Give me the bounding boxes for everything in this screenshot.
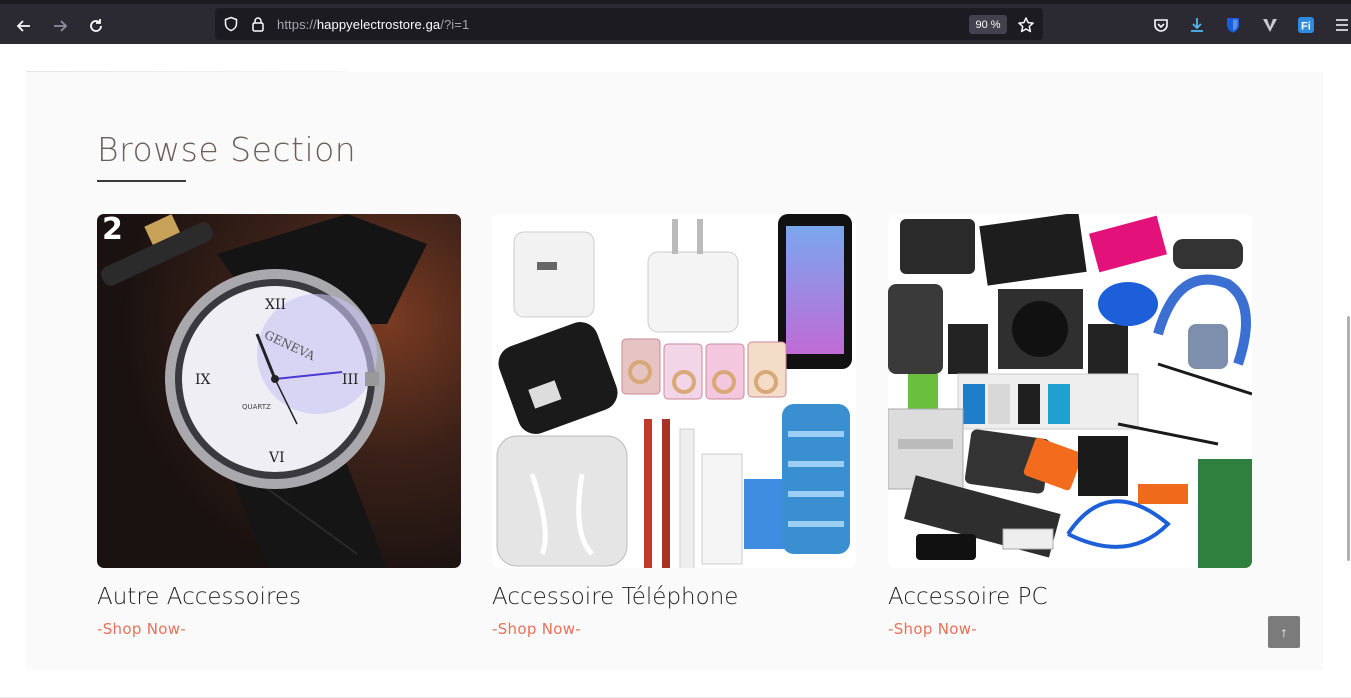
title-underline <box>97 180 186 182</box>
svg-text:Fi: Fi <box>1301 21 1311 33</box>
forward-button[interactable] <box>46 12 74 40</box>
browser-toolbar: https://happyelectrostore.ga/?i=1 90 % F… <box>0 0 1351 44</box>
back-to-top-button[interactable]: ↑ <box>1268 616 1300 648</box>
pocket-icon[interactable] <box>1152 17 1170 35</box>
shop-now-link-accessoire-telephone[interactable]: -Shop Now- <box>492 620 581 638</box>
extension-fi-icon[interactable]: Fi <box>1297 16 1315 34</box>
page-viewport: Browse Section XII III VI IX GENEVA QUAR… <box>0 44 1351 698</box>
reload-icon <box>90 19 102 32</box>
arrow-up-icon: ↑ <box>1280 624 1288 640</box>
svg-text:IX: IX <box>195 372 211 388</box>
arrow-right-icon <box>54 20 68 32</box>
svg-text:XII: XII <box>265 297 286 313</box>
download-icon[interactable] <box>1188 16 1206 34</box>
reload-button[interactable] <box>82 12 110 40</box>
arrow-left-icon <box>16 20 30 32</box>
image-badge-number: 2 <box>102 214 123 247</box>
bitwarden-shield-icon[interactable] <box>1224 16 1242 34</box>
url-path: /?i=1 <box>440 17 470 32</box>
url-host: happyelectrostore.ga <box>316 17 441 32</box>
shop-now-link-autre-accessoires[interactable]: -Shop Now- <box>97 620 186 638</box>
menu-icon[interactable] <box>1333 16 1351 34</box>
watch-image: XII III VI IX GENEVA QUARTZ <box>101 214 427 568</box>
category-image-autre-accessoires[interactable]: XII III VI IX GENEVA QUARTZ 2 <box>97 214 461 568</box>
svg-text:VI: VI <box>268 450 285 466</box>
pc-accessories-image <box>888 214 1252 568</box>
back-button[interactable] <box>10 12 38 40</box>
card-title-autre-accessoires[interactable]: Autre Accessoires <box>97 584 301 610</box>
shield-icon[interactable] <box>223 16 239 32</box>
shop-now-link-accessoire-pc[interactable]: -Shop Now- <box>888 620 977 638</box>
category-image-accessoire-pc[interactable] <box>888 214 1252 568</box>
category-image-accessoire-telephone[interactable] <box>492 214 856 568</box>
zoom-level-badge[interactable]: 90 % <box>969 15 1007 34</box>
address-bar[interactable]: https://happyelectrostore.ga/?i=1 90 % <box>215 8 1043 40</box>
svg-text:III: III <box>342 372 359 388</box>
url-text[interactable]: https://happyelectrostore.ga/?i=1 <box>277 17 469 32</box>
bookmark-star-icon[interactable] <box>1017 16 1035 34</box>
card-title-accessoire-telephone[interactable]: Accessoire Téléphone <box>492 584 738 610</box>
extension-v-icon[interactable] <box>1261 16 1279 34</box>
phone-accessories-image <box>496 214 852 568</box>
url-scheme: https:// <box>277 17 317 32</box>
scrollbar-thumb[interactable] <box>1347 316 1350 561</box>
card-title-accessoire-pc[interactable]: Accessoire PC <box>888 584 1048 610</box>
lock-icon[interactable] <box>250 16 266 32</box>
svg-text:QUARTZ: QUARTZ <box>242 403 271 411</box>
section-title: Browse Section <box>97 130 357 169</box>
